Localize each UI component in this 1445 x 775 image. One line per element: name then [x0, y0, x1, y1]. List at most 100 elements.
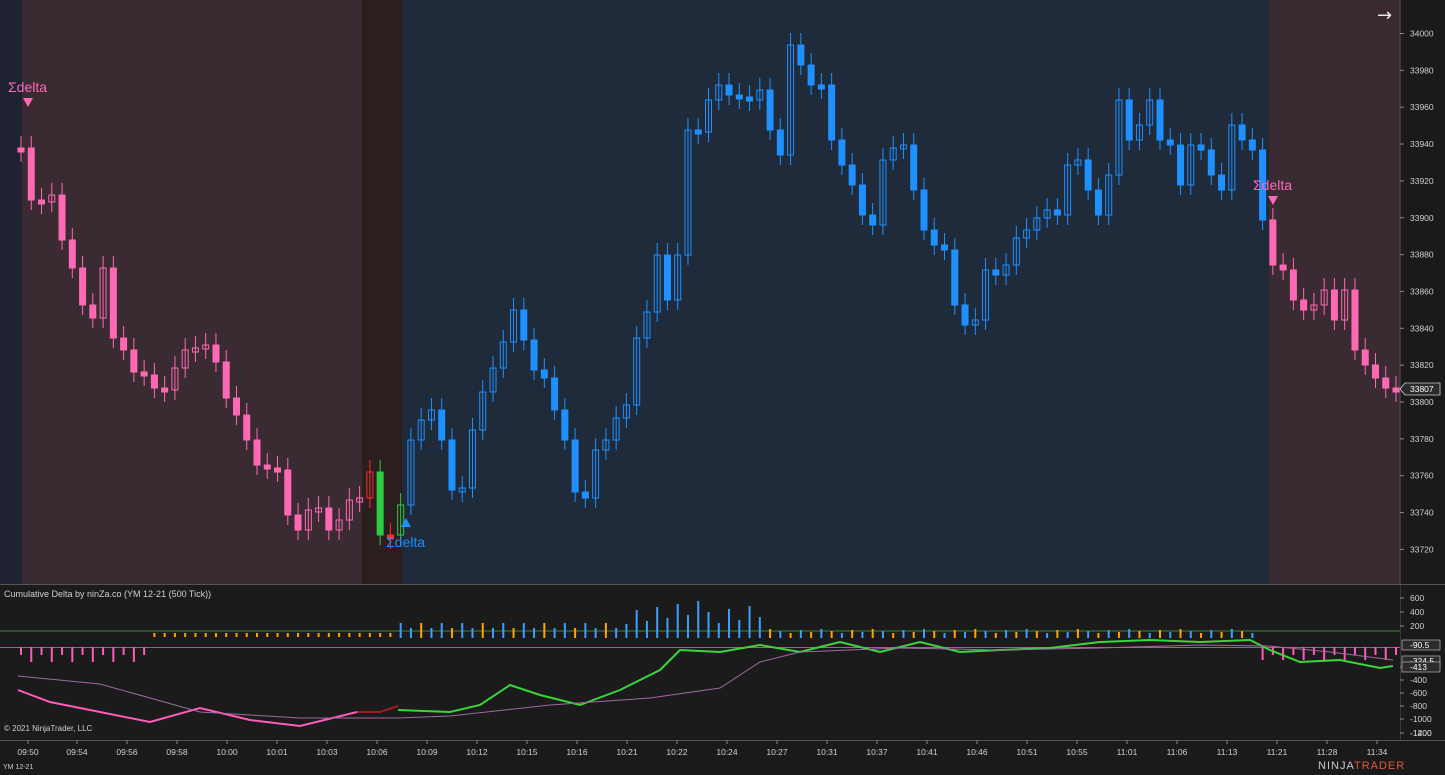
candle [930, 229, 938, 246]
copyright-text: © 2021 NinjaTrader, LLC [4, 724, 93, 733]
candle [232, 397, 240, 416]
delta-tick-label: -1400 [1410, 728, 1432, 738]
bull-zone [402, 0, 1269, 584]
candle [1289, 269, 1297, 301]
delta-axis: 600400200-200-400-600-800-1000-1200-1400… [1400, 593, 1441, 738]
candle [951, 249, 959, 306]
ninjatrader-logo: NINJATRADER [1318, 760, 1405, 772]
candle [17, 147, 25, 153]
time-tick-label: 10:24 [716, 747, 738, 757]
candle [448, 439, 456, 491]
signal-label: Σdelta [1253, 177, 1292, 193]
candle [694, 129, 702, 135]
time-tick-label: 10:46 [966, 747, 988, 757]
logo-accent: TRADER [1353, 760, 1406, 772]
price-tick-label: 33920 [1410, 176, 1434, 186]
price-tick-label: 33720 [1410, 544, 1434, 554]
price-tick-label: 33980 [1410, 65, 1434, 75]
candle [222, 361, 230, 399]
candle [776, 129, 784, 156]
time-tick-label: 10:09 [416, 747, 438, 757]
candle [284, 469, 292, 516]
candle [848, 164, 856, 186]
time-tick-label: 10:22 [666, 747, 688, 757]
candle [1197, 144, 1205, 151]
candle [161, 387, 169, 393]
time-tick-label: 10:41 [916, 747, 938, 757]
candle [1330, 289, 1338, 321]
candle [828, 84, 836, 141]
current-price-label: 33807 [1410, 384, 1434, 394]
time-tick-label: 10:01 [266, 747, 288, 757]
price-tick-label: 33880 [1410, 250, 1434, 260]
price-tick-label: 33960 [1410, 102, 1434, 112]
candle [1053, 209, 1061, 216]
candle [68, 239, 76, 269]
candle [1094, 189, 1102, 216]
candle [992, 269, 1000, 276]
signal-label: Σdelta [386, 534, 425, 550]
candle [540, 369, 548, 379]
candle [438, 409, 446, 441]
candle [838, 139, 846, 166]
delta-tick-label: -600 [1410, 688, 1427, 698]
chart-canvas[interactable]: ΣdeltaΣdeltaΣdelta 340003398033960339403… [0, 0, 1445, 775]
time-tick-label: 11:01 [1117, 747, 1138, 757]
delta-tick-label: -800 [1410, 701, 1427, 711]
time-tick-label: 10:31 [816, 747, 838, 757]
candle [1279, 264, 1287, 271]
time-tick-label: 10:55 [1066, 747, 1088, 757]
price-tick-label: 33780 [1410, 434, 1434, 444]
time-tick-label: 10:12 [466, 747, 488, 757]
time-tick-label: 10:16 [566, 747, 588, 757]
candle [1218, 174, 1226, 191]
candle [941, 244, 949, 251]
candle [858, 184, 866, 216]
candle [530, 339, 538, 371]
candle [1382, 377, 1390, 389]
candle [27, 147, 35, 201]
bear-zone-1 [22, 0, 362, 584]
logo-main: NINJA [1318, 760, 1354, 772]
candle [140, 371, 148, 377]
candle [520, 309, 528, 341]
time-tick-label: 09:56 [116, 747, 138, 757]
time-tick-label: 10:03 [316, 747, 338, 757]
candle [325, 507, 333, 531]
arrow-right-icon[interactable]: → [1377, 5, 1392, 26]
time-tick-label: 09:54 [66, 747, 88, 757]
candle [1248, 139, 1256, 151]
delta-tick-label: 600 [1410, 593, 1424, 603]
candle [1371, 364, 1379, 379]
candle [263, 464, 271, 470]
candle [89, 304, 97, 319]
time-tick-label: 10:21 [616, 747, 638, 757]
time-tick-label: 10:00 [216, 747, 238, 757]
candle [1361, 349, 1369, 366]
time-tick-label: 11:06 [1167, 747, 1188, 757]
delta-tick-label: -1000 [1410, 714, 1432, 724]
candle [663, 254, 671, 301]
candle [1269, 219, 1277, 266]
time-tick-label: 09:58 [166, 747, 188, 757]
candle [1300, 299, 1308, 311]
candle [746, 96, 754, 102]
candle [551, 377, 559, 411]
price-axis: 34000 33980 33960 33940 33920 33900 33880 33860… [1399, 29, 1441, 554]
candle [807, 64, 815, 86]
time-tick-label: 11:28 [1317, 747, 1338, 757]
delta-tick-label: 200 [1410, 621, 1424, 631]
candle [1392, 387, 1400, 393]
price-tick-label: 34000 [1410, 29, 1434, 39]
delta-tick-label: -400 [1410, 675, 1427, 685]
candle [581, 491, 589, 499]
time-tick-label: 11:13 [1217, 747, 1238, 757]
candle [1125, 99, 1133, 141]
candle [797, 44, 805, 66]
candle [253, 439, 261, 466]
time-tick-label: 09:50 [17, 747, 39, 757]
delta-marker-label: -90.5 [1410, 640, 1430, 650]
candle [1238, 124, 1246, 141]
instrument-label: YM 12-21 [3, 764, 34, 771]
candle [735, 94, 743, 100]
